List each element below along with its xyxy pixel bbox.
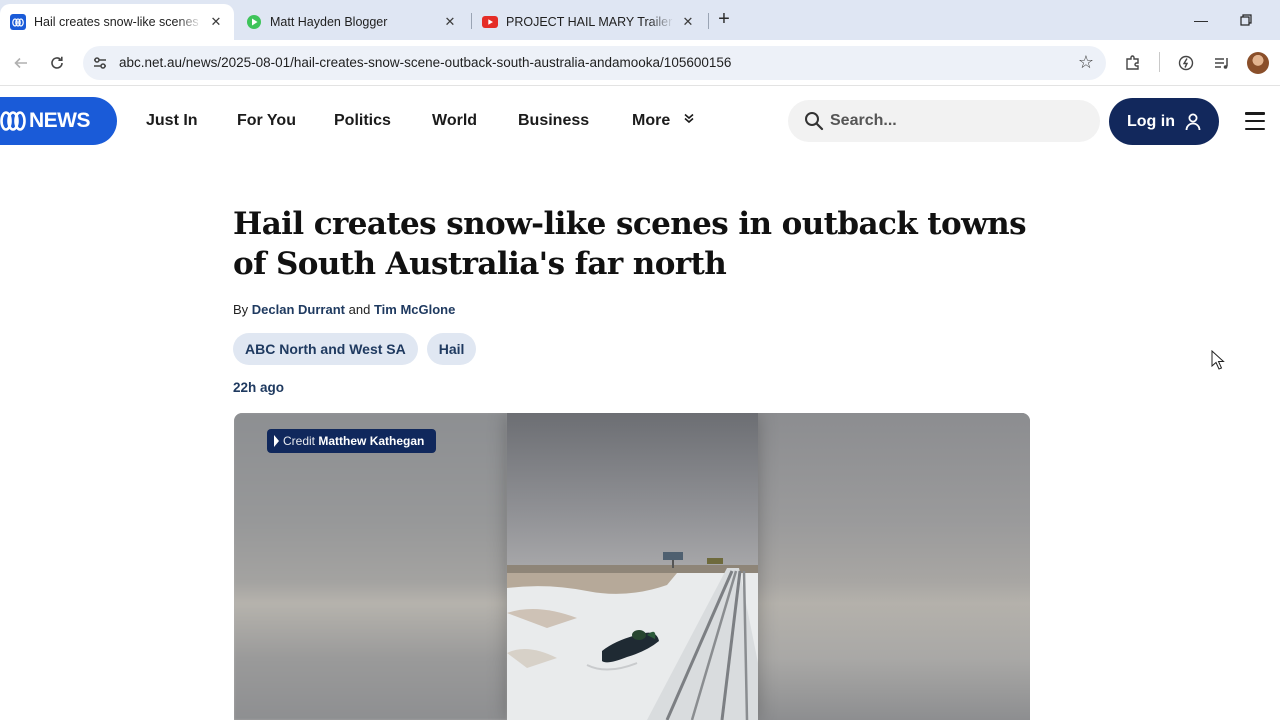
restore-icon[interactable] xyxy=(1234,8,1258,32)
login-button[interactable]: Log in xyxy=(1109,98,1219,145)
toolbar-separator xyxy=(1159,52,1160,72)
chevron-down-icon xyxy=(683,112,695,127)
tab-separator xyxy=(708,13,709,29)
tab-project-hail-mary[interactable]: PROJECT HAIL MARY Trailer (2026) ✕ xyxy=(472,4,706,40)
published-timestamp: 22h ago xyxy=(233,380,285,395)
search-icon xyxy=(805,112,824,131)
nav-world[interactable]: World xyxy=(432,112,477,130)
close-tab-icon[interactable]: ✕ xyxy=(208,14,224,30)
profile-avatar[interactable] xyxy=(1247,52,1269,74)
extensions-icon[interactable] xyxy=(1121,51,1145,75)
video-blurred-backdrop-left xyxy=(234,413,507,720)
site-settings-icon[interactable] xyxy=(91,54,109,72)
credit-label: Credit xyxy=(283,434,316,448)
search-box[interactable] xyxy=(788,100,1100,142)
user-icon xyxy=(1185,113,1201,130)
author-link[interactable]: Tim McGlone xyxy=(374,302,455,317)
hamburger-menu-icon[interactable] xyxy=(1245,112,1265,130)
back-icon[interactable] xyxy=(9,51,33,75)
nav-business[interactable]: Business xyxy=(518,112,589,130)
tag-abc-north-and-west-sa[interactable]: ABC North and West SA xyxy=(233,333,418,365)
video-blurred-backdrop-right xyxy=(758,413,1030,720)
media-controls-icon[interactable] xyxy=(1210,51,1234,75)
youtube-favicon xyxy=(482,14,498,30)
nav-more-dropdown[interactable]: More xyxy=(632,112,695,130)
nav-politics[interactable]: Politics xyxy=(334,112,391,130)
hail-covered-road-scene xyxy=(507,413,758,720)
credit-name: Matthew Kathegan xyxy=(318,434,425,448)
reload-icon[interactable] xyxy=(45,51,69,75)
close-tab-icon[interactable]: ✕ xyxy=(680,14,696,30)
logo-wordmark: NEWS xyxy=(29,109,91,132)
mouse-cursor-icon xyxy=(1211,350,1225,370)
tab-abc-article[interactable]: Hail creates snow-like scenes in outback… xyxy=(0,4,234,40)
performance-icon[interactable] xyxy=(1174,51,1198,75)
nav-for-you[interactable]: For You xyxy=(237,112,296,130)
close-tab-icon[interactable]: ✕ xyxy=(442,14,458,30)
blogger-favicon xyxy=(246,14,262,30)
minimize-icon[interactable]: — xyxy=(1189,8,1213,32)
browser-toolbar: abc.net.au/news/2025-08-01/hail-creates-… xyxy=(0,40,1280,86)
article-headline: Hail creates snow-like scenes in outback… xyxy=(233,206,1027,282)
media-credit-badge: Credit Matthew Kathegan xyxy=(267,429,437,453)
browser-tab-strip: Hail creates snow-like scenes in outback… xyxy=(0,0,1280,40)
video-frame xyxy=(507,413,758,720)
byline-prefix: By xyxy=(233,302,249,317)
bookmark-star-icon[interactable]: ☆ xyxy=(1078,52,1094,73)
search-input[interactable] xyxy=(830,106,1080,136)
new-tab-button[interactable]: + xyxy=(713,9,735,31)
tab-title: PROJECT HAIL MARY Trailer (2026) xyxy=(506,15,674,29)
author-link[interactable]: Declan Durrant xyxy=(252,302,345,317)
tab-title: Matt Hayden Blogger xyxy=(270,15,388,29)
tag-hail[interactable]: Hail xyxy=(426,333,477,365)
tab-matt-hayden-blogger[interactable]: Matt Hayden Blogger ✕ xyxy=(236,4,468,40)
login-label: Log in xyxy=(1127,112,1175,130)
byline: By Declan Durrant and Tim McGlone xyxy=(233,302,455,317)
nav-just-in[interactable]: Just In xyxy=(146,112,198,130)
site-header: NEWS Just In For You Politics World Busi… xyxy=(0,86,1280,156)
abc-news-logo[interactable]: NEWS xyxy=(0,97,117,145)
article-video[interactable]: Credit Matthew Kathegan xyxy=(234,413,1030,720)
abc-favicon xyxy=(10,14,26,30)
byline-join: and xyxy=(348,302,371,317)
abc-logo-icon xyxy=(0,111,26,131)
url-text[interactable]: abc.net.au/news/2025-08-01/hail-creates-… xyxy=(119,55,731,70)
nav-more-label: More xyxy=(632,112,671,129)
tab-title: Hail creates snow-like scenes in outback… xyxy=(34,15,202,29)
address-bar[interactable]: abc.net.au/news/2025-08-01/hail-creates-… xyxy=(83,46,1106,80)
topic-tags: ABC North and West SA Hail xyxy=(233,333,477,365)
